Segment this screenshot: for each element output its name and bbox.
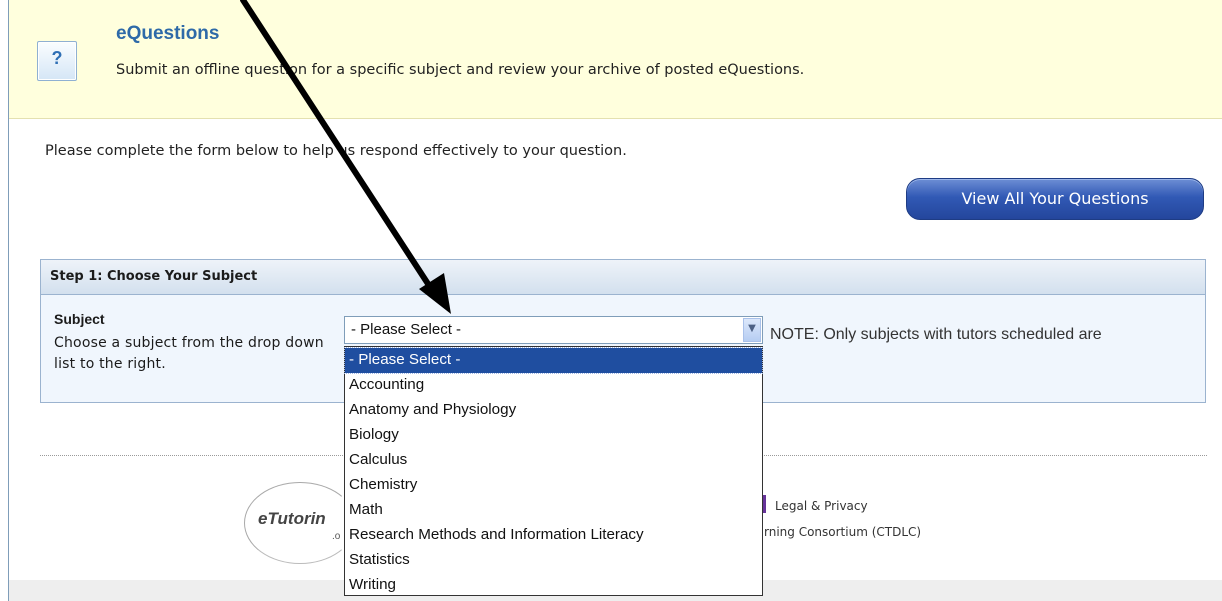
subject-note: NOTE: Only subjects with tutors schedule… bbox=[770, 326, 1102, 343]
dropdown-option[interactable]: Research Methods and Information Literac… bbox=[345, 523, 762, 548]
consortium-text: rning Consortium (CTDLC) bbox=[764, 525, 922, 539]
dropdown-option[interactable]: Anatomy and Physiology bbox=[345, 398, 762, 423]
subject-label: Subject bbox=[54, 311, 105, 327]
page-title: eQuestions bbox=[116, 23, 220, 44]
dropdown-option[interactable]: Calculus bbox=[345, 448, 762, 473]
intro-text: Please complete the form below to help u… bbox=[45, 143, 627, 159]
consortium-text-clip: rning Consortium (CTDLC) bbox=[764, 520, 1004, 542]
step1-header: Step 1: Choose Your Subject bbox=[41, 260, 1205, 295]
logo-text: eTutorin bbox=[258, 509, 326, 528]
subject-help-text: Choose a subject from the drop down list… bbox=[54, 335, 324, 372]
view-all-questions-button[interactable]: View All Your Questions bbox=[906, 178, 1204, 220]
etutoring-logo: eTutorin .o bbox=[240, 472, 356, 568]
subject-select-value: - Please Select - bbox=[351, 321, 462, 338]
dropdown-option[interactable]: - Please Select - bbox=[344, 347, 763, 374]
logo-subtext: .o bbox=[332, 531, 341, 542]
chevron-down-icon: ▼ bbox=[748, 323, 756, 334]
subject-select[interactable]: - Please Select - ▼ bbox=[344, 316, 763, 344]
subject-dropdown-list: - Please Select - Accounting Anatomy and… bbox=[344, 346, 763, 596]
question-icon: ? bbox=[37, 41, 77, 81]
dropdown-option[interactable]: Chemistry bbox=[345, 473, 762, 498]
link-separator bbox=[763, 495, 766, 513]
dropdown-option[interactable]: Writing bbox=[345, 573, 762, 598]
dropdown-option[interactable]: Accounting bbox=[345, 373, 762, 398]
dropdown-option[interactable]: Biology bbox=[345, 423, 762, 448]
legal-privacy-link[interactable]: Legal & Privacy bbox=[775, 499, 868, 513]
dropdown-option[interactable]: Math bbox=[345, 498, 762, 523]
page-description: Submit an offline question for a specifi… bbox=[116, 62, 805, 78]
dropdown-option[interactable]: Statistics bbox=[345, 548, 762, 573]
dropdown-toggle-button[interactable]: ▼ bbox=[743, 318, 761, 342]
step1-header-label: Step 1: Choose Your Subject bbox=[50, 269, 258, 284]
banner bbox=[9, 0, 1222, 119]
